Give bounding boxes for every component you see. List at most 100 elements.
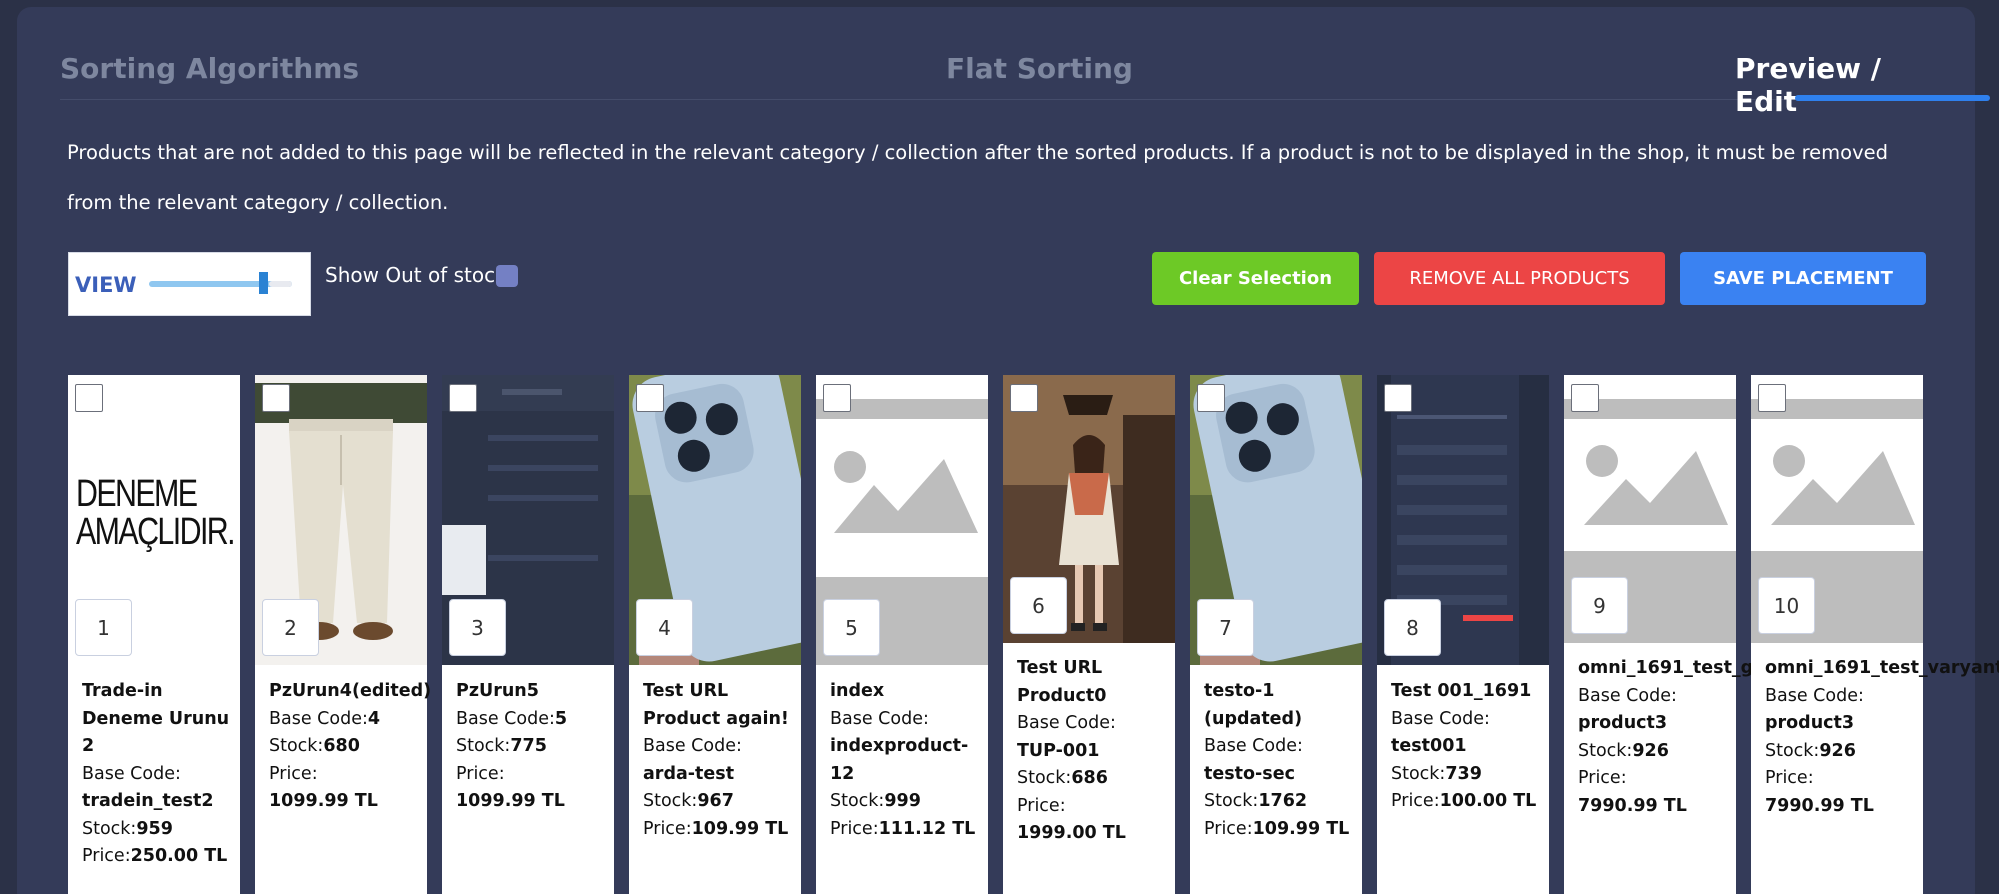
product-card[interactable]: 4 Test URL Product again! Base Code: arda… xyxy=(629,375,801,894)
stock-value: 959 xyxy=(136,818,173,839)
tab-sorting-algorithms[interactable]: Sorting Algorithms xyxy=(60,52,359,85)
product-info: Test 001_1691 Base Code: test001 Stock:73… xyxy=(1391,678,1541,816)
base-code-label: Base Code: xyxy=(643,736,742,756)
price-label: Price: xyxy=(1765,768,1814,788)
base-code-value: test001 xyxy=(1391,736,1467,756)
stock-label: Stock: xyxy=(1391,763,1446,784)
select-checkbox[interactable] xyxy=(262,384,290,412)
product-name: PzUrun5 xyxy=(456,681,539,701)
price-label: Price: xyxy=(1204,818,1253,839)
stock-value: 739 xyxy=(1445,763,1482,784)
price-label: Price: xyxy=(830,818,879,839)
tab-bar: Sorting Algorithms Flat Sorting Preview … xyxy=(60,30,1990,118)
remove-all-products-button[interactable]: REMOVE ALL PRODUCTS xyxy=(1374,252,1665,305)
base-code-value: product3 xyxy=(1578,713,1668,733)
price-label: Price: xyxy=(1017,795,1066,816)
stock-label: Stock: xyxy=(456,736,511,756)
stock-label: Stock: xyxy=(1578,740,1633,761)
select-checkbox[interactable] xyxy=(1571,384,1599,412)
select-checkbox[interactable] xyxy=(1758,384,1786,412)
stock-value: 1762 xyxy=(1258,791,1308,811)
select-checkbox[interactable] xyxy=(1010,384,1038,412)
product-info: Trade-in Deneme Urunu 2 Base Code: tradei… xyxy=(82,678,232,871)
product-card[interactable]: 9 omni_1691_test_group Base Code: product… xyxy=(1564,375,1799,894)
base-code-value: 4 xyxy=(367,708,381,729)
position-number[interactable]: 10 xyxy=(1758,577,1815,634)
product-info: testo-1 (updated) Base Code: testo-sec St… xyxy=(1204,678,1354,843)
position-number[interactable]: 7 xyxy=(1197,599,1254,656)
price-value: 1099.99 TL xyxy=(456,791,565,811)
position-number[interactable]: 9 xyxy=(1571,577,1628,634)
position-number[interactable]: 5 xyxy=(823,599,880,656)
view-label: VIEW xyxy=(75,273,137,297)
select-checkbox[interactable] xyxy=(823,384,851,412)
image-text-line: AMAÇLIDIR. xyxy=(76,511,236,553)
select-checkbox[interactable] xyxy=(636,384,664,412)
show-out-of-stock-label: Show Out of stock xyxy=(325,263,507,287)
base-code-label: Base Code: xyxy=(1578,685,1677,706)
price-label: Price: xyxy=(456,763,505,784)
clear-selection-button[interactable]: Clear Selection xyxy=(1152,252,1359,305)
position-number[interactable]: 1 xyxy=(75,599,132,656)
price-value: 109.99 TL xyxy=(1252,818,1350,839)
product-card[interactable]: 8 Test 001_1691 Base Code: test001 Stock:… xyxy=(1377,375,1549,894)
stock-value: 999 xyxy=(884,791,921,811)
position-number[interactable]: 3 xyxy=(449,599,506,656)
base-code-value: indexproduct-12 xyxy=(830,736,969,784)
product-name: PzUrun4(edited) xyxy=(269,681,432,701)
price-value: 111.12 TL xyxy=(878,818,976,839)
select-checkbox[interactable] xyxy=(1384,384,1412,412)
product-card[interactable]: 10 omni_1691_test_varyant Base Code: prod… xyxy=(1751,375,1999,894)
price-label: Price: xyxy=(269,763,318,784)
product-card[interactable]: DENEME AMAÇLIDIR. 1 Trade-in Deneme Urun… xyxy=(68,375,240,894)
select-checkbox[interactable] xyxy=(75,384,103,412)
product-card[interactable]: 3 PzUrun5 Base Code:5 Stock:775 Price: 10… xyxy=(442,375,614,894)
base-code-label: Base Code: xyxy=(1391,708,1490,729)
base-code-label: Base Code: xyxy=(269,708,368,729)
position-number[interactable]: 4 xyxy=(636,599,693,656)
position-number[interactable]: 2 xyxy=(262,599,319,656)
base-code-value: TUP-001 xyxy=(1017,740,1100,761)
price-label: Price: xyxy=(1578,768,1627,788)
product-name: index xyxy=(830,681,885,701)
price-value: 7990.99 TL xyxy=(1765,795,1874,816)
select-checkbox[interactable] xyxy=(449,384,477,412)
product-info: index Base Code: indexproduct-12 Stock:99… xyxy=(830,678,980,843)
product-info: omni_1691_test_varyant Base Code: product… xyxy=(1765,655,1999,820)
product-name: Test URL Product again! xyxy=(643,681,789,729)
position-number[interactable]: 8 xyxy=(1384,599,1441,656)
product-card[interactable]: 7 testo-1 (updated) Base Code: testo-sec … xyxy=(1190,375,1362,894)
price-label: Price: xyxy=(1391,791,1440,811)
product-info: Test URL Product again! Base Code: arda-t… xyxy=(643,678,793,843)
active-tab-indicator xyxy=(1795,95,1990,101)
tab-preview-edit[interactable]: Preview / Edit xyxy=(1735,52,1930,118)
product-name: omni_1691_test_group xyxy=(1578,658,1799,678)
stock-label: Stock: xyxy=(269,736,324,756)
stock-value: 926 xyxy=(1632,740,1669,761)
stock-label: Stock: xyxy=(1765,740,1820,761)
price-value: 250.00 TL xyxy=(130,846,228,866)
price-value: 1099.99 TL xyxy=(269,791,378,811)
stock-label: Stock: xyxy=(1017,768,1072,788)
save-placement-button[interactable]: SAVE PLACEMENT xyxy=(1680,252,1926,305)
base-code-label: Base Code: xyxy=(82,763,181,784)
base-code-label: Base Code: xyxy=(830,708,929,729)
base-code-value: 5 xyxy=(554,708,568,729)
price-label: Price: xyxy=(82,846,131,866)
position-number[interactable]: 6 xyxy=(1010,577,1067,634)
product-card[interactable]: 5 index Base Code: indexproduct-12 Stock:… xyxy=(816,375,988,894)
product-name: testo-1 (updated) xyxy=(1204,681,1303,729)
product-card[interactable]: 6 Test URL Product0 Base Code: TUP-001 St… xyxy=(1003,375,1175,894)
product-name: Trade-in Deneme Urunu 2 xyxy=(82,681,230,756)
show-out-of-stock-checkbox[interactable] xyxy=(496,265,518,287)
stock-value: 967 xyxy=(697,791,734,811)
stock-value: 926 xyxy=(1819,740,1856,761)
view-slider-thumb[interactable] xyxy=(259,272,268,294)
stock-value: 680 xyxy=(323,736,360,756)
product-info: omni_1691_test_group Base Code: product3 … xyxy=(1578,655,1799,820)
select-checkbox[interactable] xyxy=(1197,384,1225,412)
tab-flat-sorting[interactable]: Flat Sorting xyxy=(946,52,1133,85)
product-info: PzUrun4(edited) Base Code:4 Stock:680 Pr… xyxy=(269,678,432,816)
product-card[interactable]: 2 PzUrun4(edited) Base Code:4 Stock:680 … xyxy=(255,375,432,894)
info-notice: Products that are not added to this page… xyxy=(67,141,1889,214)
